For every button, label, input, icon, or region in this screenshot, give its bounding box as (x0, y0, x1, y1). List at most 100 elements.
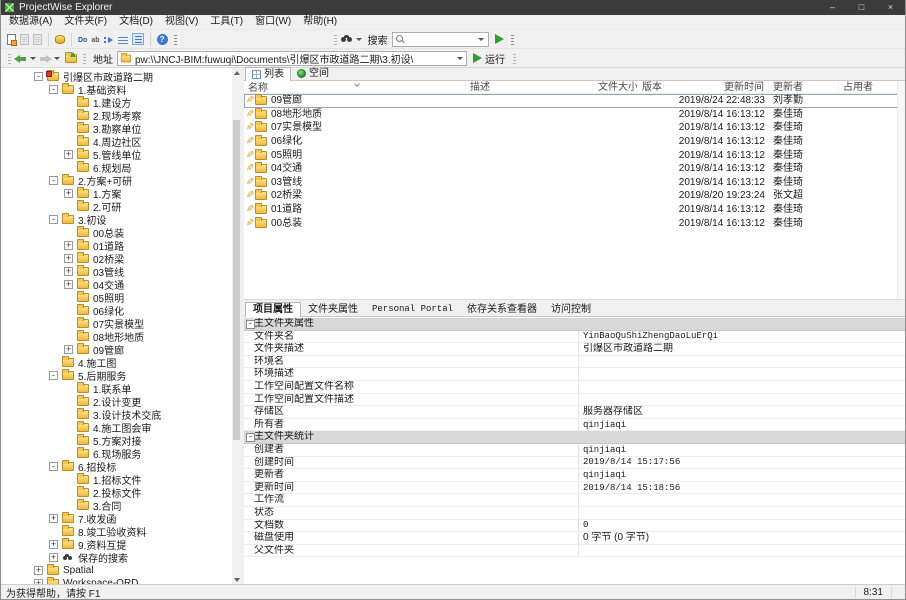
table-row[interactable]: 06绿化 2019/8/14 16:13:12 秦佳琦 (244, 135, 905, 149)
search-run-icon[interactable] (495, 34, 504, 44)
table-row[interactable]: 00总装 2019/8/14 16:13:12 秦佳琦 (244, 216, 905, 230)
tree-scrollbar[interactable] (232, 68, 241, 584)
interface-icon[interactable] (104, 35, 114, 44)
help-icon[interactable] (157, 34, 168, 45)
properties-tab[interactable]: Personal Portal (365, 303, 460, 316)
expander-icon[interactable] (49, 85, 58, 94)
column-header[interactable]: 文件大小 (598, 81, 638, 94)
scroll-down-icon[interactable] (232, 575, 241, 584)
property-row[interactable]: 主文件夹属性 (244, 318, 905, 331)
property-row[interactable]: 状态 (244, 507, 905, 520)
menu-item[interactable]: 视图(V) (159, 15, 204, 29)
search-dropdown-button[interactable] (475, 33, 488, 46)
column-header[interactable]: 更新时间 (664, 81, 769, 94)
forward-button[interactable] (38, 52, 52, 65)
menu-item[interactable]: 数据源(A) (3, 15, 58, 29)
import-grayed-icon[interactable] (33, 34, 42, 45)
scroll-up-icon[interactable] (232, 68, 241, 77)
property-row[interactable]: 环境名 (244, 356, 905, 369)
details-list-icon[interactable] (118, 35, 128, 44)
run-button-icon[interactable] (473, 53, 482, 63)
property-row[interactable]: 主文件夹统计 (244, 431, 905, 444)
tree-item[interactable]: 09管廊 (1, 343, 241, 356)
property-row[interactable]: 工作空间配置文件名称 (244, 381, 905, 394)
property-row[interactable]: 工作空间配置文件描述 (244, 394, 905, 407)
expander-icon[interactable] (34, 72, 43, 81)
expander-icon[interactable] (49, 215, 58, 224)
property-row[interactable]: 文件夹名 YinBaoQuShiZhengDaoLuErQi (244, 331, 905, 344)
tree-item[interactable]: 2.可研 (1, 200, 241, 213)
property-row[interactable]: 父文件夹 (244, 545, 905, 558)
property-row[interactable]: 创建者 qinjiaqi (244, 444, 905, 457)
properties-icon[interactable] (78, 34, 87, 45)
menu-item[interactable]: 窗口(W) (249, 15, 297, 29)
expander-icon[interactable] (34, 566, 43, 575)
go-up-folder-button[interactable] (65, 54, 77, 63)
address-dropdown-button[interactable] (453, 52, 466, 65)
column-header[interactable]: 更新者 (769, 81, 839, 94)
property-row[interactable]: 所有者 qinjiaqi (244, 419, 905, 432)
separator-icon[interactable] (48, 33, 49, 46)
list-view-active-icon[interactable] (132, 33, 144, 45)
list-view-tab[interactable]: 列表 (245, 67, 291, 81)
properties-tab[interactable]: 访问控制 (544, 303, 598, 316)
scrollbar-thumb[interactable] (233, 120, 240, 440)
property-row[interactable]: 文档数 0 (244, 520, 905, 533)
tree-item[interactable]: 6.现场服务 (1, 447, 241, 460)
expander-icon[interactable] (49, 462, 58, 471)
expander-icon[interactable] (64, 241, 73, 250)
menu-item[interactable]: 帮助(H) (297, 15, 343, 29)
table-row[interactable]: 01道路 2019/8/14 16:13:12 秦佳琦 (244, 203, 905, 217)
list-scrollbar[interactable] (897, 81, 905, 299)
menu-item[interactable]: 工具(T) (204, 15, 249, 29)
separator-icon[interactable] (150, 33, 151, 46)
search-combobox[interactable] (392, 32, 489, 47)
table-row[interactable]: 03管线 2019/8/14 16:13:12 秦佳琦 (244, 176, 905, 190)
list-view-tab[interactable]: 空间 (291, 67, 335, 80)
tree-item[interactable]: Spatial (1, 564, 241, 577)
maximize-button[interactable]: □ (847, 0, 876, 15)
menu-item[interactable]: 文件夹(F) (58, 15, 113, 29)
expander-icon[interactable] (64, 267, 73, 276)
properties-tab[interactable]: 文件夹属性 (301, 303, 365, 316)
property-row[interactable]: 创建时间 2019/8/14 15:17:56 (244, 457, 905, 470)
table-row[interactable]: 04交通 2019/8/14 16:13:12 秦佳琦 (244, 162, 905, 176)
search-input[interactable] (407, 33, 475, 45)
expander-icon[interactable] (49, 553, 58, 562)
table-row[interactable]: 05照明 2019/8/14 16:13:12 秦佳琦 (244, 148, 905, 162)
property-row[interactable]: 环境描述 (244, 368, 905, 381)
separator-icon[interactable] (71, 33, 72, 46)
export-grayed-icon[interactable] (20, 34, 29, 45)
column-header[interactable]: 占用者 (839, 81, 899, 94)
expander-icon[interactable] (49, 371, 58, 380)
column-header[interactable]: 版本 (638, 81, 664, 94)
table-row[interactable]: 07实景模型 2019/8/14 16:13:12 秦佳琦 (244, 121, 905, 135)
forward-history-dropdown-icon[interactable] (54, 57, 60, 60)
property-row[interactable]: 文件夹描述 引爆区市政道路二期 (244, 343, 905, 356)
rename-icon[interactable] (91, 34, 99, 45)
expander-icon[interactable] (49, 540, 58, 549)
back-history-dropdown-icon[interactable] (30, 57, 36, 60)
datasource-icon[interactable] (55, 35, 65, 44)
run-label[interactable]: 运行 (485, 51, 505, 66)
properties-tab[interactable]: 项目属性 (245, 302, 301, 317)
find-binoculars-icon[interactable] (340, 35, 354, 44)
tree-item[interactable]: Workspace-ORD (1, 577, 241, 584)
table-row[interactable]: 02桥梁 2019/8/20 19:23:24 张文超 (244, 189, 905, 203)
property-row[interactable]: 工作流 (244, 494, 905, 507)
column-header[interactable]: 名称 (244, 81, 466, 94)
new-document-icon[interactable] (7, 34, 16, 45)
expander-icon[interactable] (64, 189, 73, 198)
toolbar-overflow-icon[interactable] (511, 34, 514, 45)
minimize-button[interactable]: – (818, 0, 847, 15)
column-header[interactable]: 描述 (466, 81, 598, 94)
table-row[interactable]: 08地形地质 2019/8/14 16:13:12 秦佳琦 (244, 108, 905, 122)
table-row[interactable]: 09管廊 2019/8/24 22:48:33 刘孝勤 (244, 94, 905, 108)
property-row[interactable]: 磁盘使用 0 字节 (0 字节) (244, 532, 905, 545)
property-row[interactable]: 更新者 qinjiaqi (244, 469, 905, 482)
property-row[interactable]: 更新时间 2019/8/14 15:18:56 (244, 482, 905, 495)
back-button[interactable] (14, 52, 28, 65)
tree-item[interactable]: 保存的搜索 (1, 551, 241, 564)
expander-icon[interactable] (64, 254, 73, 263)
tree-item[interactable]: 3.合同 (1, 499, 241, 512)
